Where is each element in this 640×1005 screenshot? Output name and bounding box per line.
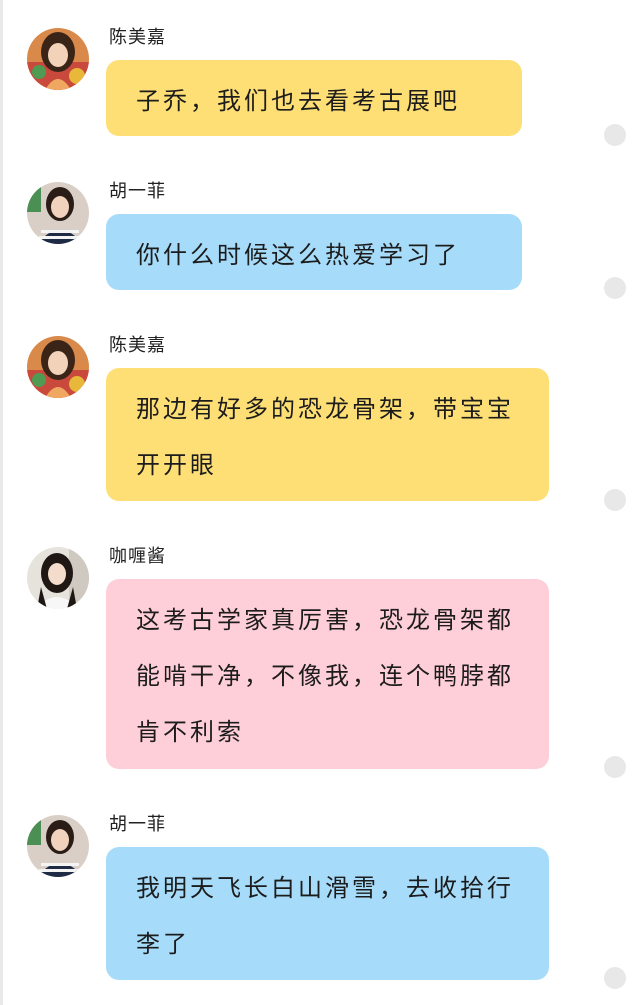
avatar-chen-meijia[interactable] <box>27 28 89 90</box>
screen-edge <box>0 0 3 1005</box>
message-text: 这考古学家真厉害，恐龙骨架都能啃干净，不像我，连个鸭脖都肯不利索 <box>136 606 514 746</box>
message-bubble[interactable]: 子乔，我们也去看考古展吧 <box>106 60 522 136</box>
message-bubble[interactable]: 那边有好多的恐龙骨架，带宝宝开开眼 <box>106 368 549 501</box>
sender-name: 陈美嘉 <box>109 27 166 48</box>
avatar-curry[interactable] <box>27 547 89 609</box>
avatar-chen-meijia[interactable] <box>27 336 89 398</box>
message-bubble[interactable]: 这考古学家真厉害，恐龙骨架都能啃干净，不像我，连个鸭脖都肯不利索 <box>106 579 549 769</box>
avatar-hu-yifei[interactable] <box>27 182 89 244</box>
status-dot[interactable] <box>604 124 626 146</box>
sender-name: 胡一菲 <box>109 181 166 202</box>
sender-name: 胡一菲 <box>109 814 166 835</box>
status-dot[interactable] <box>604 489 626 511</box>
sender-name: 陈美嘉 <box>109 335 166 356</box>
avatar-hu-yifei[interactable] <box>27 815 89 877</box>
message-text: 那边有好多的恐龙骨架，带宝宝开开眼 <box>136 395 514 479</box>
message-bubble[interactable]: 你什么时候这么热爱学习了 <box>106 214 522 290</box>
message-bubble[interactable]: 我明天飞长白山滑雪，去收拾行李了 <box>106 847 549 980</box>
message-text: 你什么时候这么热爱学习了 <box>136 241 460 269</box>
status-dot[interactable] <box>604 967 626 989</box>
message-text: 子乔，我们也去看考古展吧 <box>136 87 460 115</box>
message-text: 我明天飞长白山滑雪，去收拾行李了 <box>136 874 514 958</box>
sender-name: 咖喱酱 <box>109 546 166 567</box>
status-dot[interactable] <box>604 756 626 778</box>
status-dot[interactable] <box>604 277 626 299</box>
